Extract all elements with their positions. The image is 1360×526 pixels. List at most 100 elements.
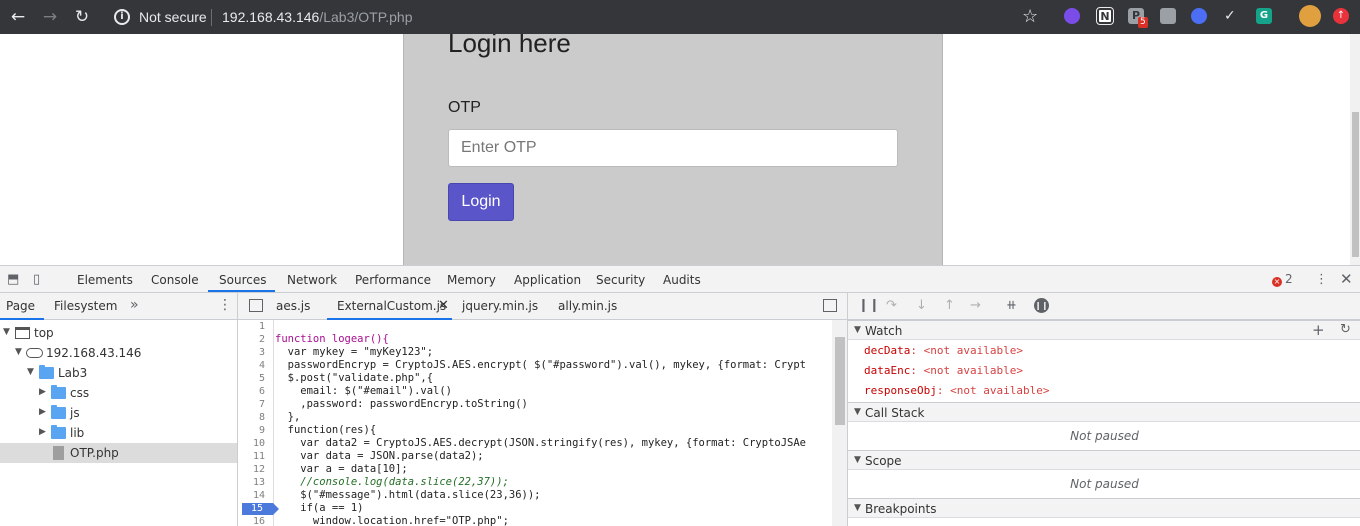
more-tabs-icon[interactable]: » (130, 297, 139, 313)
editor-scrollbar[interactable] (832, 320, 847, 526)
extension-purple-icon[interactable] (1064, 8, 1080, 24)
extension-blue-icon[interactable] (1191, 8, 1207, 24)
url-text[interactable]: 192.168.43.146/Lab3/OTP.php (222, 9, 412, 25)
expand-triangle-icon[interactable]: ▼ (15, 347, 22, 357)
breakpoint-line-number[interactable]: 15 (251, 503, 263, 514)
info-icon[interactable]: i (114, 9, 130, 25)
step-icon[interactable]: → (970, 298, 981, 313)
code-area[interactable]: function logear(){ var mykey = "myKey123… (275, 320, 831, 526)
editor-tab-ally[interactable]: ally.min.js (558, 299, 617, 313)
toggle-navigator-icon[interactable] (249, 299, 263, 312)
notion-icon[interactable]: N (1096, 7, 1114, 25)
tab-memory[interactable]: Memory (447, 273, 496, 287)
address-bar[interactable]: i Not secure 192.168.43.146/Lab3/OTP.php (106, 2, 1056, 32)
tab-performance[interactable]: Performance (355, 273, 431, 287)
tab-security[interactable]: Security (596, 273, 645, 287)
expand-triangle-icon[interactable]: ▼ (854, 455, 861, 465)
breakpoints-header[interactable]: ▼ Breakpoints (848, 498, 1360, 518)
line-number[interactable]: 2 (259, 334, 265, 345)
line-number[interactable]: 12 (253, 464, 265, 475)
debugger-sidebar: ❙❙ ↷ ↓ ↑ → ⧺ ❙❙ ▼ Watch + ↻ decData: <no… (847, 293, 1360, 526)
close-tab-icon[interactable]: ✕ (438, 298, 449, 313)
tab-filesystem[interactable]: Filesystem (54, 299, 117, 313)
extension-check-icon[interactable]: ✓ (1224, 8, 1240, 24)
line-number[interactable]: 13 (253, 477, 265, 488)
profile-avatar[interactable] (1299, 5, 1321, 27)
step-into-icon[interactable]: ↓ (916, 298, 927, 313)
editor-tab-aes[interactable]: aes.js (276, 299, 310, 313)
expand-triangle-icon[interactable]: ▼ (854, 325, 861, 335)
extension-g-icon[interactable]: G (1256, 8, 1272, 24)
line-number[interactable]: 5 (259, 373, 265, 384)
close-icon[interactable]: ✕ (1340, 270, 1353, 288)
step-over-icon[interactable]: ↷ (886, 298, 897, 313)
editor-tab-externalcustom[interactable]: ExternalCustom.js (337, 299, 446, 313)
collapse-triangle-icon[interactable]: ▶ (39, 407, 46, 417)
tab-application[interactable]: Application (514, 273, 581, 287)
line-gutter[interactable]: 1 2 3 4 5 6 7 8 9 10 11 12 13 14 15 16 (238, 320, 279, 526)
expand-triangle-icon[interactable]: ▼ (854, 503, 861, 513)
folder-icon (51, 405, 66, 419)
forward-arrow-icon[interactable]: → (38, 5, 62, 29)
inspect-element-icon[interactable]: ⬒ (7, 272, 19, 287)
watch-item[interactable]: dataEnc: <not available> (864, 364, 1023, 377)
otp-input[interactable] (448, 129, 898, 167)
watch-header[interactable]: ▼ Watch + ↻ (848, 320, 1360, 340)
reload-icon[interactable]: ↻ (70, 5, 94, 29)
device-toolbar-icon[interactable]: ▯ (33, 272, 40, 287)
tree-item-otp[interactable]: OTP.php (0, 443, 237, 463)
expand-triangle-icon[interactable]: ▼ (27, 367, 34, 377)
scope-header[interactable]: ▼ Scope (848, 450, 1360, 470)
deactivate-breakpoints-icon[interactable]: ⧺ (1006, 298, 1017, 313)
tab-console[interactable]: Console (151, 273, 199, 287)
line-number[interactable]: 3 (259, 347, 265, 358)
tree-item-lib[interactable]: ▶ lib (0, 423, 237, 443)
expand-triangle-icon[interactable]: ▼ (3, 327, 10, 337)
tab-audits[interactable]: Audits (663, 273, 701, 287)
editor-tab-jquery[interactable]: jquery.min.js (462, 299, 538, 313)
line-number[interactable]: 4 (259, 360, 265, 371)
tree-item-css[interactable]: ▶ css (0, 383, 237, 403)
login-button[interactable]: Login (448, 183, 514, 221)
error-counter[interactable]: × 2 (1272, 272, 1293, 287)
expand-triangle-icon[interactable]: ▼ (854, 407, 861, 417)
line-number[interactable]: 7 (259, 399, 265, 410)
tree-item-top[interactable]: ▼ top (0, 323, 237, 343)
tab-elements[interactable]: Elements (77, 273, 133, 287)
page-scrollbar[interactable] (1350, 34, 1360, 266)
editor-scrollbar-thumb[interactable] (835, 337, 845, 425)
collapse-triangle-icon[interactable]: ▶ (39, 387, 46, 397)
watch-item[interactable]: decData: <not available> (864, 344, 1023, 357)
tab-network[interactable]: Network (287, 273, 337, 287)
pause-on-exceptions-icon[interactable]: ❙❙ (1034, 298, 1049, 313)
line-number[interactable]: 16 (253, 516, 265, 526)
line-number[interactable]: 9 (259, 425, 265, 436)
line-number[interactable]: 14 (253, 490, 265, 501)
tab-sources[interactable]: Sources (219, 273, 266, 287)
add-watch-icon[interactable]: + (1312, 321, 1325, 339)
refresh-watch-icon[interactable]: ↻ (1340, 322, 1351, 337)
call-stack-header[interactable]: ▼ Call Stack (848, 402, 1360, 422)
update-arrow-icon[interactable]: ↑ (1333, 8, 1349, 24)
line-number[interactable]: 8 (259, 412, 265, 423)
pause-icon[interactable]: ❙❙ (858, 298, 880, 313)
bookmark-star-icon[interactable]: ☆ (1022, 6, 1038, 27)
tree-item-host[interactable]: ▼ 192.168.43.146 (0, 343, 237, 363)
line-number[interactable]: 10 (253, 438, 265, 449)
kebab-menu-icon[interactable]: ⋮ (1315, 272, 1328, 287)
line-number[interactable]: 1 (259, 321, 265, 332)
step-out-icon[interactable]: ↑ (944, 298, 955, 313)
line-number[interactable]: 6 (259, 386, 265, 397)
watch-item[interactable]: responseObj: <not available> (864, 384, 1049, 397)
page-scrollbar-thumb[interactable] (1352, 112, 1359, 257)
navigator-menu-icon[interactable]: ⋮ (218, 297, 232, 313)
tree-item-js[interactable]: ▶ js (0, 403, 237, 423)
security-label[interactable]: Not secure (139, 9, 207, 25)
collapse-triangle-icon[interactable]: ▶ (39, 427, 46, 437)
line-number[interactable]: 11 (253, 451, 265, 462)
tree-item-lab3[interactable]: ▼ Lab3 (0, 363, 237, 383)
toggle-debugger-icon[interactable] (823, 299, 837, 312)
extension-copy-icon[interactable] (1160, 8, 1176, 24)
back-arrow-icon[interactable]: ← (6, 5, 30, 29)
tab-page[interactable]: Page (6, 299, 35, 313)
